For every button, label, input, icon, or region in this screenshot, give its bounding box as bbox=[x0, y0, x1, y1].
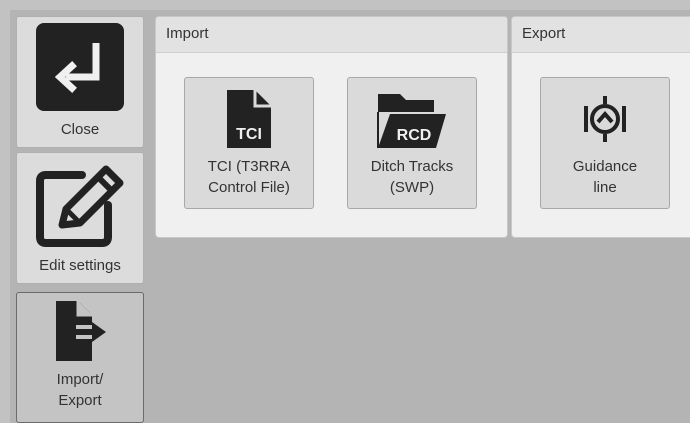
close-label: Close bbox=[60, 121, 100, 138]
rcd-folder-icon: RCD bbox=[376, 86, 448, 152]
guidance-label-line2: line bbox=[593, 179, 617, 196]
import-export-button[interactable]: Import/ Export bbox=[16, 292, 144, 423]
ditch-label-line2: (SWP) bbox=[389, 179, 435, 196]
edit-settings-button[interactable]: Edit settings bbox=[16, 152, 144, 284]
tci-file-icon: TCI bbox=[225, 86, 273, 152]
export-guidance-line-button[interactable]: Guidance line bbox=[540, 77, 670, 209]
rcd-icon-text: RCD bbox=[397, 127, 432, 144]
return-arrow-icon bbox=[36, 23, 124, 111]
import-export-label-line1: Import/ bbox=[56, 371, 104, 388]
import-ditch-tracks-button[interactable]: RCD Ditch Tracks (SWP) bbox=[347, 77, 477, 209]
import-header: Import bbox=[156, 17, 507, 53]
file-export-icon bbox=[48, 299, 112, 363]
tci-icon-text: TCI bbox=[236, 126, 262, 143]
pencil-edit-icon bbox=[32, 161, 128, 249]
close-button[interactable]: Close bbox=[16, 16, 144, 148]
tci-label-line1: TCI (T3RRA bbox=[207, 158, 291, 175]
export-header: Export bbox=[512, 17, 690, 53]
guidance-line-icon bbox=[583, 86, 627, 152]
left-strip bbox=[0, 0, 10, 423]
guidance-label-line1: Guidance bbox=[572, 158, 638, 175]
app-window: Close Edit settings Import/ Export Impor… bbox=[0, 0, 690, 423]
import-export-label-line2: Export bbox=[58, 392, 102, 409]
tci-label-line2: Control File) bbox=[208, 179, 290, 196]
ditch-label-line1: Ditch Tracks bbox=[370, 158, 454, 175]
export-panel: Export Guidance line bbox=[511, 16, 690, 238]
edit-settings-label: Edit settings bbox=[39, 257, 121, 274]
top-strip bbox=[0, 0, 690, 10]
import-panel: Import TCI TCI (T3RRA Control File) RCD bbox=[155, 16, 508, 238]
import-tci-button[interactable]: TCI TCI (T3RRA Control File) bbox=[184, 77, 314, 209]
